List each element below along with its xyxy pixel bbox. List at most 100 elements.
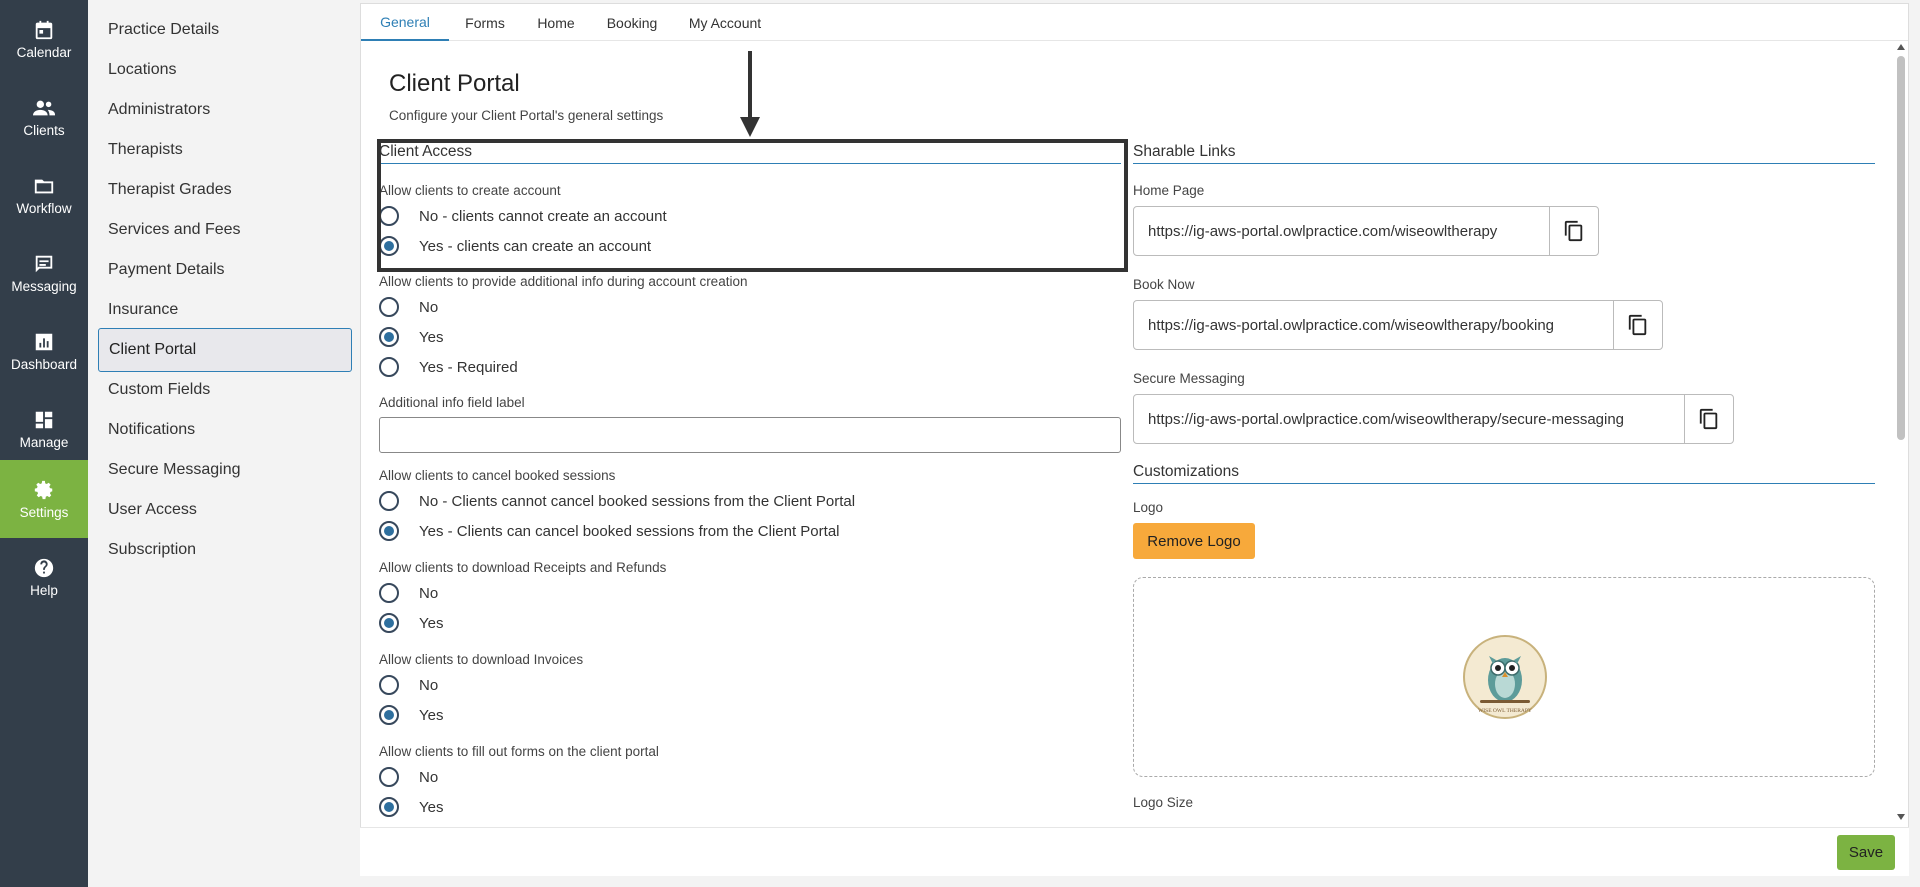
- radio-label: Yes: [419, 614, 444, 632]
- scroll-up-icon[interactable]: [1896, 42, 1906, 52]
- radio-create-account-yes[interactable]: Yes - clients can create an account: [379, 236, 651, 256]
- home-page-url[interactable]: https://ig-aws-portal.owlpractice.com/wi…: [1134, 207, 1551, 255]
- nav-item-therapist-grades[interactable]: Therapist Grades: [98, 168, 352, 212]
- copy-icon: [1564, 220, 1583, 242]
- radio-invoices-no[interactable]: No: [379, 675, 438, 695]
- cancel-sessions-label: Allow clients to cancel booked sessions: [379, 468, 616, 483]
- nav-item-locations[interactable]: Locations: [98, 48, 352, 92]
- nav-item-insurance[interactable]: Insurance: [98, 288, 352, 332]
- radio-additional-info-required[interactable]: Yes - Required: [379, 357, 518, 377]
- radio-label: Yes: [419, 706, 444, 724]
- nav-item-notifications[interactable]: Notifications: [98, 408, 352, 452]
- tab-my-account[interactable]: My Account: [673, 4, 777, 41]
- book-now-url[interactable]: https://ig-aws-portal.owlpractice.com/wi…: [1134, 301, 1615, 349]
- nav-item-subscription[interactable]: Subscription: [98, 528, 352, 572]
- nav-item-secure-messaging[interactable]: Secure Messaging: [98, 448, 352, 492]
- radio-dot: [379, 705, 399, 725]
- radio-cancel-sessions-no[interactable]: No - Clients cannot cancel booked sessio…: [379, 491, 855, 511]
- rail-label: Calendar: [16, 44, 72, 60]
- scroll-down-icon[interactable]: [1896, 812, 1906, 822]
- nav-item-custom-fields[interactable]: Custom Fields: [98, 368, 352, 412]
- settings-nav: Practice Details Locations Administrator…: [88, 0, 360, 887]
- rail-label: Workflow: [16, 200, 72, 216]
- radio-label: Yes: [419, 328, 444, 346]
- radio-additional-info-yes[interactable]: Yes: [379, 327, 443, 347]
- rail-item-help[interactable]: Help: [0, 538, 88, 616]
- radio-additional-info-no[interactable]: No: [379, 297, 438, 317]
- radio-receipts-no[interactable]: No: [379, 583, 438, 603]
- nav-item-services-and-fees[interactable]: Services and Fees: [98, 208, 352, 252]
- rail-item-dashboard[interactable]: Dashboard: [0, 312, 88, 390]
- rail-item-messaging[interactable]: Messaging: [0, 234, 88, 312]
- calendar-icon: [35, 20, 53, 39]
- copy-icon: [1628, 314, 1647, 336]
- copy-home-page-button[interactable]: [1550, 207, 1598, 255]
- radio-dot: [379, 491, 399, 511]
- radio-dot: [379, 797, 399, 817]
- radio-dot: [379, 583, 399, 603]
- radio-dot: [379, 297, 399, 317]
- logo-dropzone[interactable]: WISE OWL THERAPY: [1133, 577, 1875, 777]
- radio-dot: [379, 613, 399, 633]
- nav-item-practice-details[interactable]: Practice Details: [98, 8, 352, 52]
- radio-receipts-yes[interactable]: Yes: [379, 613, 443, 633]
- content-scrollbar[interactable]: [1894, 42, 1908, 822]
- radio-dot: [379, 206, 399, 226]
- nav-item-administrators[interactable]: Administrators: [98, 88, 352, 132]
- rail-item-clients[interactable]: Clients: [0, 78, 88, 156]
- radio-cancel-sessions-yes[interactable]: Yes - Clients can cancel booked sessions…: [379, 521, 840, 541]
- rail-item-manage[interactable]: Manage: [0, 390, 88, 468]
- remove-logo-button[interactable]: Remove Logo: [1133, 523, 1255, 559]
- tab-home[interactable]: Home: [521, 4, 591, 41]
- tab-bar: General Forms Home Booking My Account: [361, 4, 1908, 41]
- tab-general[interactable]: General: [361, 4, 449, 41]
- rail-label: Messaging: [11, 278, 77, 294]
- radio-invoices-yes[interactable]: Yes: [379, 705, 443, 725]
- radio-forms-yes[interactable]: Yes: [379, 797, 443, 817]
- radio-label: No: [419, 584, 439, 602]
- save-button[interactable]: Save: [1837, 835, 1895, 870]
- page-description: Configure your Client Portal's general s…: [389, 108, 664, 123]
- radio-label: No: [419, 298, 439, 316]
- settings-panel: General Forms Home Booking My Account Cl…: [360, 3, 1909, 876]
- rail-label: Clients: [23, 122, 65, 138]
- create-account-label: Allow clients to create account: [379, 183, 561, 198]
- secure-messaging-link: https://ig-aws-portal.owlpractice.com/wi…: [1133, 394, 1734, 444]
- radio-label: Yes - clients can create an account: [419, 237, 652, 255]
- scrollbar-thumb[interactable]: [1897, 56, 1905, 440]
- radio-forms-no[interactable]: No: [379, 767, 438, 787]
- nav-item-therapists[interactable]: Therapists: [98, 128, 352, 172]
- rail-item-workflow[interactable]: Workflow: [0, 156, 88, 234]
- radio-label: No - Clients cannot cancel booked sessio…: [419, 492, 856, 510]
- radio-label: Yes - Required: [419, 358, 518, 376]
- radio-create-account-no[interactable]: No - clients cannot create an account: [379, 206, 667, 226]
- tab-forms[interactable]: Forms: [449, 4, 521, 41]
- radio-label: No - clients cannot create an account: [419, 207, 667, 225]
- copy-icon: [1699, 408, 1718, 430]
- customizations-heading: Customizations: [1133, 463, 1875, 484]
- radio-label: No: [419, 768, 439, 786]
- secure-messaging-url[interactable]: https://ig-aws-portal.owlpractice.com/wi…: [1134, 395, 1686, 443]
- secure-messaging-label: Secure Messaging: [1133, 371, 1245, 386]
- rail-label: Help: [30, 582, 58, 598]
- copy-book-now-button[interactable]: [1614, 301, 1662, 349]
- radio-dot: [379, 675, 399, 695]
- rail-item-settings[interactable]: Settings: [0, 460, 88, 538]
- action-bar: Save: [360, 827, 1909, 876]
- additional-info-field-input[interactable]: [379, 417, 1121, 453]
- additional-info-label: Allow clients to provide additional info…: [379, 274, 748, 289]
- book-now-link: https://ig-aws-portal.owlpractice.com/wi…: [1133, 300, 1663, 350]
- clients-icon: [33, 100, 55, 115]
- grid-icon: [35, 411, 53, 428]
- tab-booking[interactable]: Booking: [591, 4, 673, 41]
- invoices-label: Allow clients to download Invoices: [379, 652, 584, 667]
- nav-item-user-access[interactable]: User Access: [98, 488, 352, 532]
- nav-item-payment-details[interactable]: Payment Details: [98, 248, 352, 292]
- radio-label: Yes: [419, 798, 444, 816]
- rail-item-calendar[interactable]: Calendar: [0, 0, 88, 78]
- folder-icon: [34, 179, 54, 193]
- logo-label: Logo: [1133, 500, 1164, 515]
- message-icon: [35, 255, 53, 272]
- copy-secure-messaging-button[interactable]: [1685, 395, 1733, 443]
- nav-item-client-portal[interactable]: Client Portal: [98, 328, 352, 372]
